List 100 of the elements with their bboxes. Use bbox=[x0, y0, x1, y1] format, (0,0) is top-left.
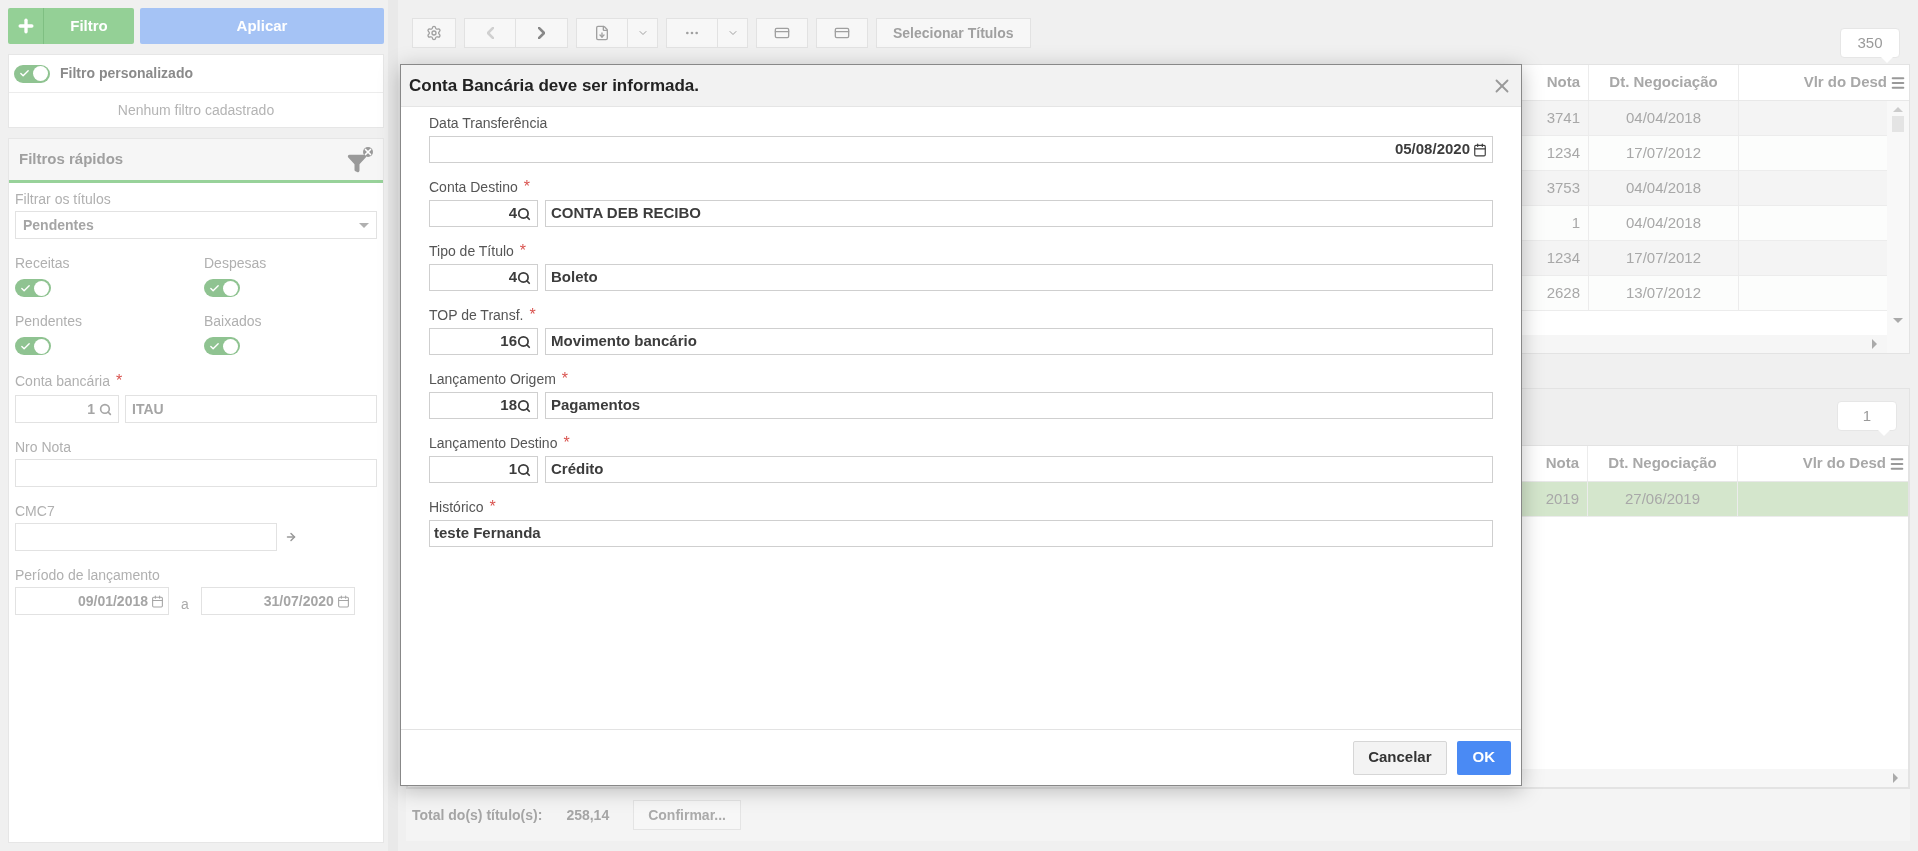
field-label: Histórico bbox=[429, 497, 484, 517]
column-header[interactable]: Vlr do Desd bbox=[1739, 65, 1887, 100]
date-field[interactable]: 05/08/2020 bbox=[429, 136, 1493, 163]
badge-pointer bbox=[1878, 430, 1890, 436]
settings-icon bbox=[426, 25, 442, 41]
code-field[interactable]: 4 bbox=[429, 200, 538, 227]
required-mark: * bbox=[489, 497, 496, 517]
document-button[interactable] bbox=[576, 18, 628, 48]
next-button[interactable] bbox=[516, 18, 568, 48]
name-field[interactable]: Crédito bbox=[545, 456, 1493, 483]
card-icon bbox=[834, 25, 850, 41]
vertical-scrollbar[interactable] bbox=[1887, 101, 1909, 353]
code-field[interactable]: 4 bbox=[429, 264, 538, 291]
name-field[interactable]: CONTA DEB RECIBO bbox=[545, 200, 1493, 227]
dialog-title: Conta Bancária deve ser informada. bbox=[409, 74, 700, 97]
card-icon bbox=[774, 25, 790, 41]
search-icon[interactable] bbox=[517, 334, 531, 349]
dropdown-button[interactable] bbox=[718, 18, 748, 48]
search-icon[interactable] bbox=[517, 398, 531, 413]
search-icon[interactable] bbox=[517, 462, 531, 477]
required-mark: * bbox=[115, 371, 123, 391]
field-label: Data Transferência bbox=[429, 113, 548, 133]
column-header[interactable]: Dt. Negociação bbox=[1589, 65, 1739, 100]
field-label: CMC7 bbox=[15, 502, 56, 521]
search-icon[interactable] bbox=[517, 206, 531, 221]
field-label: Conta bancária bbox=[15, 372, 110, 391]
name-field[interactable]: Pagamentos bbox=[545, 392, 1493, 419]
document-icon bbox=[594, 25, 610, 41]
input-field[interactable] bbox=[15, 523, 277, 551]
calendar-icon[interactable] bbox=[1473, 142, 1487, 157]
calendar-icon bbox=[151, 594, 164, 608]
field-label: TOP de Transf. bbox=[429, 305, 524, 325]
toggle-knob bbox=[223, 280, 238, 296]
required-mark: * bbox=[523, 177, 530, 197]
arrow-right-icon[interactable] bbox=[285, 531, 297, 543]
date-field[interactable]: 09/01/2018 bbox=[15, 587, 169, 615]
card-button[interactable] bbox=[756, 18, 808, 48]
check-icon bbox=[209, 340, 220, 352]
required-mark: * bbox=[563, 433, 570, 453]
chevron-left-icon bbox=[486, 27, 494, 39]
confirm-button[interactable]: Confirmar... bbox=[633, 800, 741, 830]
code-field[interactable]: 1 bbox=[15, 395, 119, 423]
more-button[interactable] bbox=[666, 18, 718, 48]
card-button[interactable] bbox=[816, 18, 868, 48]
code-field[interactable]: 1 bbox=[429, 456, 538, 483]
column-header[interactable]: Vlr do Desd bbox=[1738, 446, 1886, 481]
ok-button[interactable]: OK bbox=[1456, 740, 1511, 775]
toggle-knob bbox=[33, 66, 48, 81]
field-label: Nro Nota bbox=[15, 438, 73, 457]
check-icon bbox=[209, 282, 220, 294]
toggle-switch[interactable] bbox=[204, 337, 240, 355]
toggle-switch[interactable] bbox=[204, 279, 240, 297]
settings-button[interactable] bbox=[412, 18, 456, 48]
required-mark: * bbox=[529, 305, 536, 325]
check-icon bbox=[20, 340, 31, 352]
table-cell: 17/07/2012 bbox=[1589, 136, 1739, 170]
caret-icon bbox=[359, 222, 369, 228]
quick-filters-title: Filtros rápidos bbox=[19, 149, 124, 170]
check-icon bbox=[20, 282, 31, 294]
total-value: 258,14 bbox=[566, 805, 610, 825]
name-field[interactable]: ITAU bbox=[125, 395, 377, 423]
field-label: Baixados bbox=[204, 312, 263, 331]
apply-button[interactable]: Aplicar bbox=[140, 8, 384, 44]
name-field[interactable]: Boleto bbox=[545, 264, 1493, 291]
input-field[interactable] bbox=[15, 459, 377, 487]
cancel-button[interactable]: Cancelar bbox=[1353, 740, 1447, 775]
check-icon bbox=[19, 68, 30, 79]
required-mark: * bbox=[561, 369, 569, 389]
calendar-icon bbox=[336, 594, 350, 608]
field-label: Período de lançamento bbox=[15, 566, 161, 585]
select-field[interactable]: Pendentes bbox=[15, 211, 377, 239]
date-field[interactable]: 31/07/2020 bbox=[200, 587, 355, 615]
filter-clear-icon[interactable] bbox=[347, 146, 373, 173]
menu-icon[interactable] bbox=[1890, 74, 1906, 91]
previous-button[interactable] bbox=[464, 18, 516, 48]
toggle-switch[interactable] bbox=[15, 337, 51, 355]
input-field[interactable]: teste Fernanda bbox=[429, 520, 1493, 547]
select-titles-button[interactable]: Selecionar Títulos bbox=[876, 18, 1031, 48]
dropdown-button[interactable] bbox=[628, 18, 658, 48]
custom-filter-label: Filtro personalizado bbox=[60, 64, 193, 83]
table-cell: 13/07/2012 bbox=[1589, 276, 1739, 310]
add-filter-button[interactable]: Filtro bbox=[8, 8, 134, 44]
toggle-switch[interactable] bbox=[14, 64, 50, 83]
field-label: Conta Destino bbox=[429, 177, 518, 197]
field-label: Receitas bbox=[15, 254, 71, 273]
field-label: Pendentes bbox=[15, 312, 83, 331]
name-field[interactable]: Movimento bancário bbox=[545, 328, 1493, 355]
splitter-bar[interactable] bbox=[388, 0, 398, 851]
table-cell: 04/04/2018 bbox=[1589, 171, 1739, 205]
toggle-switch[interactable] bbox=[15, 279, 51, 297]
field-label: Tipo de Título bbox=[429, 241, 514, 261]
toggle-knob bbox=[34, 338, 49, 354]
column-header[interactable]: Dt. Negociação bbox=[1588, 446, 1738, 481]
empty-message: Nenhum filtro cadastrado bbox=[117, 100, 275, 120]
search-icon[interactable] bbox=[517, 270, 531, 285]
table-cell: 04/04/2018 bbox=[1589, 101, 1739, 135]
code-field[interactable]: 16 bbox=[429, 328, 538, 355]
code-field[interactable]: 18 bbox=[429, 392, 538, 419]
menu-icon[interactable] bbox=[1889, 455, 1905, 472]
required-mark: * bbox=[519, 241, 527, 261]
